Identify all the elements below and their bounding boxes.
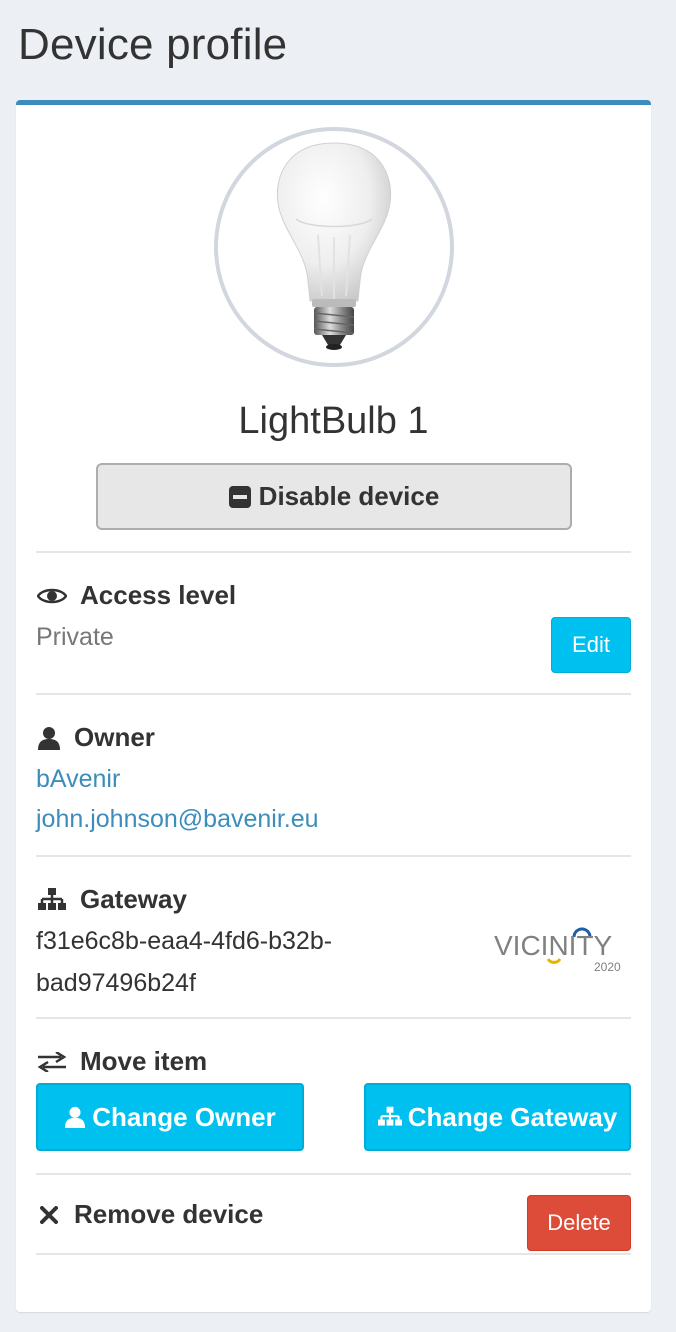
device-avatar — [214, 127, 454, 367]
vicinity-logo: VICINITY 2020 — [494, 927, 621, 974]
access-level-heading: Access level — [36, 580, 236, 611]
minus-square-icon — [228, 485, 251, 508]
change-owner-label: Change Owner — [92, 1101, 276, 1132]
gateway-heading: Gateway — [36, 884, 187, 915]
user-icon — [64, 1105, 86, 1129]
close-icon — [36, 1205, 62, 1224]
eye-icon — [36, 586, 68, 606]
edit-access-button[interactable]: Edit — [551, 617, 631, 673]
delete-device-button[interactable]: Delete — [527, 1195, 631, 1251]
divider — [36, 855, 631, 857]
remove-device-title: Remove device — [74, 1199, 264, 1229]
owner-organisation-link[interactable]: bAvenir — [36, 765, 120, 794]
disable-device-label: Disable device — [258, 481, 440, 511]
access-level-value: Private — [36, 623, 114, 651]
change-gateway-button[interactable]: Change Gateway — [364, 1083, 631, 1151]
lightbulb-image — [276, 142, 392, 350]
move-item-heading: Move item — [36, 1046, 207, 1077]
page-title: Device profile — [18, 20, 288, 69]
remove-device-heading: Remove device — [36, 1199, 263, 1230]
device-name: LightBulb 1 — [238, 400, 429, 442]
gateway-id-line1: f31e6c8b-eaa4-4fd6-b32b- — [36, 927, 333, 955]
divider — [36, 551, 631, 553]
gateway-title: Gateway — [80, 884, 187, 914]
move-item-title: Move item — [80, 1046, 208, 1076]
owner-email-link[interactable]: john.johnson@bavenir.eu — [36, 805, 319, 834]
divider — [36, 693, 631, 695]
access-level-title: Access level — [80, 580, 237, 610]
exchange-icon — [36, 1051, 68, 1072]
change-gateway-label: Change Gateway — [407, 1101, 618, 1132]
vicinity-logo-text: VICINITY — [494, 930, 613, 961]
owner-title: Owner — [74, 722, 155, 752]
vicinity-logo-year: 2020 — [594, 960, 621, 974]
gateway-id: f31e6c8b-eaa4-4fd6-b32b- bad97496b24f — [36, 920, 332, 1004]
divider — [36, 1253, 631, 1255]
divider — [36, 1017, 631, 1019]
sitemap-icon — [36, 887, 68, 912]
change-owner-button[interactable]: Change Owner — [36, 1083, 304, 1151]
user-icon — [36, 726, 62, 750]
divider — [36, 1173, 631, 1175]
device-profile-card: LightBulb 1 Disable device Access level … — [16, 100, 651, 1312]
gateway-id-line2: bad97496b24f — [36, 969, 196, 997]
sitemap-icon — [377, 1106, 402, 1128]
disable-device-button[interactable]: Disable device — [96, 463, 572, 530]
owner-heading: Owner — [36, 722, 155, 753]
